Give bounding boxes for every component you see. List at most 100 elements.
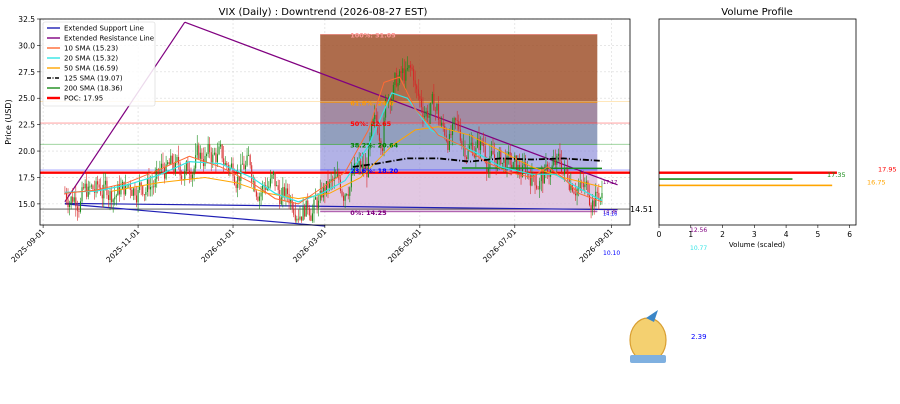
candle-body — [116, 195, 117, 197]
main-chart-title: VIX (Daily) : Downtrend (2026-08-27 EST) — [219, 7, 428, 18]
candle-body — [429, 115, 430, 117]
candle-body — [243, 164, 244, 170]
candle-body — [214, 153, 215, 155]
candle-body — [142, 186, 143, 195]
candle-body — [488, 169, 489, 172]
candle-body — [287, 188, 288, 194]
candle-body — [583, 183, 584, 187]
candle-body — [257, 197, 258, 201]
fib-level-label: 0%: 14.25 — [350, 209, 387, 217]
candle-body — [444, 126, 445, 135]
legend-entry: Extended Resistance Line — [64, 35, 154, 43]
volume-bar — [659, 178, 792, 180]
candle-body — [320, 191, 321, 201]
candle-body — [239, 177, 240, 181]
candle-body — [234, 176, 235, 184]
candle-body — [343, 196, 344, 201]
candle-body — [450, 134, 451, 135]
candle-body — [194, 168, 195, 174]
candle-body — [407, 68, 408, 69]
candle-body — [351, 174, 352, 187]
candle-body — [247, 155, 248, 165]
volume-x-tick-label: 3 — [752, 230, 757, 239]
candle-body — [279, 190, 280, 204]
candle-body — [181, 175, 182, 179]
candle-body — [189, 171, 190, 175]
candle-body — [72, 197, 73, 202]
candle-body — [80, 201, 81, 211]
y-tick-label: 30.0 — [18, 41, 35, 50]
legend-entry: 200 SMA (18.36) — [64, 85, 123, 93]
candle-body — [591, 205, 592, 210]
candle-body — [306, 201, 307, 217]
candle-body — [348, 194, 349, 196]
candle-body — [474, 155, 475, 157]
candle-body — [335, 177, 336, 178]
candle-body — [245, 165, 246, 169]
candle-body — [415, 80, 416, 85]
price-annotation: 14.51 — [630, 205, 653, 214]
candle-body — [466, 157, 467, 159]
candle-body — [563, 172, 564, 174]
candle-body — [89, 187, 90, 188]
candle-body — [97, 181, 98, 184]
candle-body — [296, 219, 297, 221]
candle-body — [318, 201, 319, 209]
candle-body — [81, 187, 82, 201]
candle-body — [125, 185, 126, 194]
candle-body — [273, 172, 274, 175]
candle-body — [310, 215, 311, 220]
x-tick-label: 2026-05-01 — [386, 227, 423, 264]
candle-body — [494, 154, 495, 157]
candle-body — [573, 191, 574, 193]
candle-body — [251, 165, 252, 181]
candle-body — [468, 151, 469, 159]
candle-body — [408, 65, 409, 68]
candle-body — [170, 156, 171, 165]
candle-body — [480, 141, 481, 150]
legend: Extended Support Line Extended Resistance… — [43, 22, 155, 106]
fib-level-label: 38.2%: 20.64 — [350, 141, 398, 149]
candle-body — [105, 181, 106, 185]
x-tick-label: 2025-09-01 — [9, 227, 46, 264]
candle-body — [341, 191, 342, 196]
candle-body — [447, 141, 448, 150]
volume-x-tick-label: 5 — [815, 230, 820, 239]
candle-body — [553, 160, 554, 166]
candle-body — [271, 175, 272, 179]
price-annotation: 14.16 — [603, 212, 617, 218]
candle-body — [597, 192, 598, 193]
candle-body — [77, 206, 78, 210]
candle-body — [236, 185, 237, 188]
candle-body — [317, 197, 318, 208]
candle-body — [162, 164, 163, 168]
candle-body — [312, 213, 313, 220]
candle-body — [253, 181, 254, 182]
x-tick-label: 2026-09-01 — [578, 227, 615, 264]
x-tick-label: 2026-01-01 — [199, 227, 236, 264]
candle-body — [491, 151, 492, 156]
candle-body — [413, 69, 414, 80]
candle-body — [110, 191, 111, 200]
candle-body — [71, 197, 72, 205]
fib-zone — [320, 34, 597, 102]
legend-entry: 20 SMA (15.32) — [64, 55, 118, 63]
candle-body — [584, 185, 585, 188]
candle-body — [190, 174, 191, 179]
candle-body — [150, 187, 151, 189]
candle-body — [340, 180, 341, 191]
volume-bar — [659, 185, 832, 187]
volume-bar — [659, 172, 837, 174]
candle-body — [218, 147, 219, 155]
candle-body — [374, 115, 375, 119]
candle-body — [197, 145, 198, 155]
candle-body — [231, 164, 232, 168]
candle-body — [208, 144, 209, 154]
candle-body — [304, 206, 305, 216]
y-tick-label: 15.0 — [18, 200, 35, 209]
candle-body — [299, 216, 300, 219]
candle-body — [396, 73, 397, 86]
candle-body — [237, 177, 238, 188]
candle-body — [500, 150, 501, 164]
legend-entry: Extended Support Line — [64, 25, 144, 33]
